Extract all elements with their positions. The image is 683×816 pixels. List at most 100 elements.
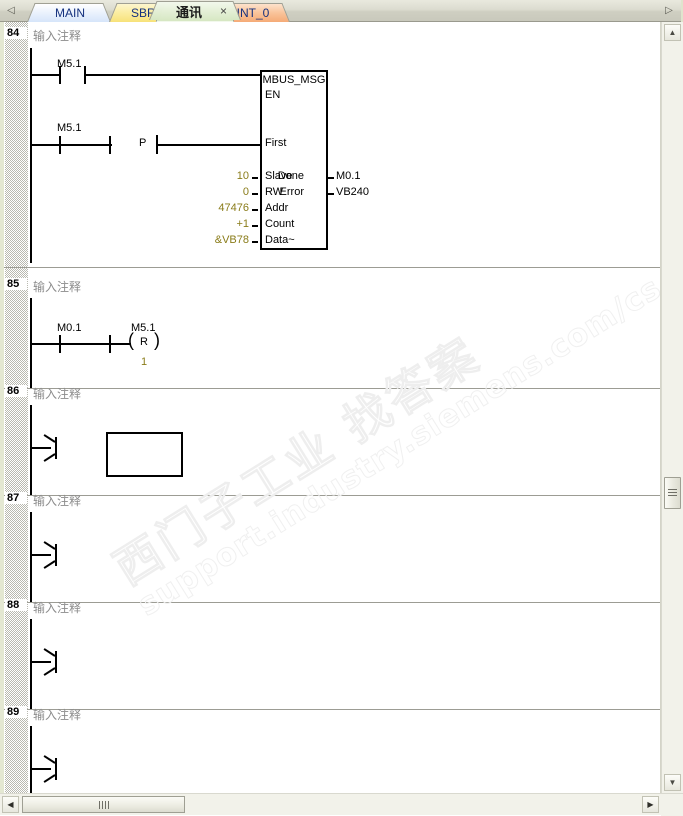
network-85-number: 85	[5, 278, 27, 290]
network-84-separator	[0, 267, 660, 268]
tab-int-0-label: INT_0	[236, 6, 270, 20]
network-88-cursor-marker[interactable]	[31, 648, 57, 676]
marker-bar	[55, 437, 57, 459]
block-pin-first: First	[265, 137, 287, 149]
marker-bar	[55, 544, 57, 566]
pin-stub-addr	[252, 209, 258, 211]
network-87-gutter	[5, 496, 28, 602]
marker-arrow-upper	[43, 648, 56, 657]
tab-left-slant	[109, 3, 127, 22]
network-84-rung2-wire-b	[60, 144, 112, 146]
marker-bar	[55, 651, 57, 673]
tab-scroll-right-icon[interactable]: ▷	[661, 3, 677, 19]
network-84-rung2-wire-c	[157, 144, 260, 146]
marker-arrow-lower	[43, 560, 56, 569]
coil-paren-right: )	[154, 330, 160, 350]
scroll-right-icon[interactable]: ▶	[642, 796, 659, 813]
marker-arrow-lower	[43, 774, 56, 783]
network-84-rung2-wire-a	[30, 144, 60, 146]
network-85-contact1-label[interactable]: M0.1	[57, 322, 81, 334]
scroll-down-icon[interactable]: ▼	[664, 774, 681, 791]
network-88-gutter	[5, 603, 28, 709]
marker-arrow-lower	[43, 453, 56, 462]
marker-arrow-lower	[43, 667, 56, 676]
network-85-wire-b	[60, 343, 131, 345]
pin-stub-data	[252, 241, 258, 243]
pin-stub-rw	[252, 193, 258, 195]
tab-right-slant	[93, 3, 111, 22]
network-87-separator	[0, 602, 660, 603]
block-pin-done: Done	[277, 170, 304, 182]
block-pin-count: Count	[265, 218, 295, 230]
network-87-number: 87	[5, 492, 27, 504]
scrollbar-grip-icon	[98, 800, 109, 809]
network-84-comment[interactable]: 输入注释	[33, 27, 81, 44]
horizontal-scrollbar-thumb[interactable]	[22, 796, 185, 813]
network-89-gutter	[5, 710, 28, 793]
tab-communication-label: 通讯	[175, 5, 202, 20]
contact-bar-left	[59, 66, 61, 84]
marker-line	[31, 447, 51, 449]
network-84-power-rail	[30, 48, 32, 263]
pin-stub-error	[328, 193, 334, 195]
network-88-number: 88	[5, 599, 27, 611]
tab-right-slant	[272, 3, 290, 22]
network-86-number: 86	[5, 385, 27, 397]
network-87-cursor-marker[interactable]	[31, 541, 57, 569]
pin-stub-done	[328, 177, 334, 179]
network-84-gutter	[5, 22, 28, 267]
network-86-cursor-marker[interactable]	[31, 434, 57, 462]
block-pin-addr: Addr	[265, 202, 289, 214]
tab-communication[interactable]: 通讯 ×	[149, 1, 241, 22]
tab-main[interactable]: MAIN	[27, 3, 111, 22]
network-85-coil-count[interactable]: 1	[136, 356, 152, 368]
horizontal-scrollbar[interactable]: ◀ ▶	[0, 793, 683, 816]
marker-line	[31, 768, 51, 770]
vertical-scrollbar[interactable]: ▲ ▼	[661, 22, 683, 793]
network-86-comment[interactable]: 输入注释	[33, 385, 81, 402]
network-84-rw-value[interactable]: 0	[205, 186, 249, 198]
network-89-comment[interactable]: 输入注释	[33, 706, 81, 723]
scrollbar-grip-icon	[668, 488, 677, 498]
ladder-canvas[interactable]: 西门子工业 找答案 support.industry.siemens.com/c…	[0, 22, 661, 793]
marker-arrow-upper	[43, 434, 56, 443]
network-84-data-value[interactable]: &VB78	[195, 234, 249, 246]
network-84-error-value[interactable]: VB240	[336, 186, 369, 198]
marker-line	[31, 661, 51, 663]
network-84-slave-value[interactable]: 10	[205, 170, 249, 182]
marker-arrow-upper	[43, 755, 56, 764]
network-84-addr-value[interactable]: 47476	[205, 202, 249, 214]
scroll-left-icon[interactable]: ◀	[2, 796, 19, 813]
network-88-comment[interactable]: 输入注释	[33, 599, 81, 616]
marker-line	[31, 554, 51, 556]
block-pin-en: EN	[265, 89, 281, 101]
scroll-up-icon[interactable]: ▲	[664, 24, 681, 41]
network-84-rung1-wire-left	[30, 74, 60, 76]
network-84-done-value[interactable]: M0.1	[336, 170, 360, 182]
network-85-reset-coil[interactable]: ( R )	[128, 330, 160, 353]
network-88-separator	[0, 709, 660, 710]
network-86-separator	[0, 495, 660, 496]
network-84-contact2-label[interactable]: M5.1	[57, 122, 81, 134]
network-85-comment[interactable]: 输入注释	[33, 278, 81, 295]
network-84-count-value[interactable]: +1	[205, 218, 249, 230]
network-87-comment[interactable]: 输入注释	[33, 492, 81, 509]
scrollbar-corner	[661, 794, 683, 816]
tab-scroll-left-icon[interactable]: ◁	[3, 3, 19, 19]
watermark-cn-text: 西门子工业 找答案	[104, 327, 490, 596]
tab-bar: ◁ ▷ MAIN SBR_0 通讯 × INT_0	[0, 0, 683, 22]
block-pin-data: Data~	[265, 234, 295, 246]
network-86-gutter	[5, 389, 28, 495]
watermark-url-text: support.industry.siemens.com/cs	[131, 269, 661, 624]
network-89-cursor-marker[interactable]	[31, 755, 57, 783]
tab-main-label: MAIN	[55, 6, 85, 20]
network-84-number: 84	[5, 27, 27, 39]
network-86-empty-instruction-box[interactable]	[106, 432, 183, 477]
marker-arrow-upper	[43, 541, 56, 550]
left-edge-strip	[0, 22, 4, 793]
vertical-scrollbar-thumb[interactable]	[664, 477, 681, 509]
network-84-positive-edge-label[interactable]: P	[139, 137, 146, 149]
tab-left-slant	[27, 3, 45, 22]
network-84-contact1-no[interactable]	[59, 66, 86, 84]
network-89-number: 89	[5, 706, 27, 718]
